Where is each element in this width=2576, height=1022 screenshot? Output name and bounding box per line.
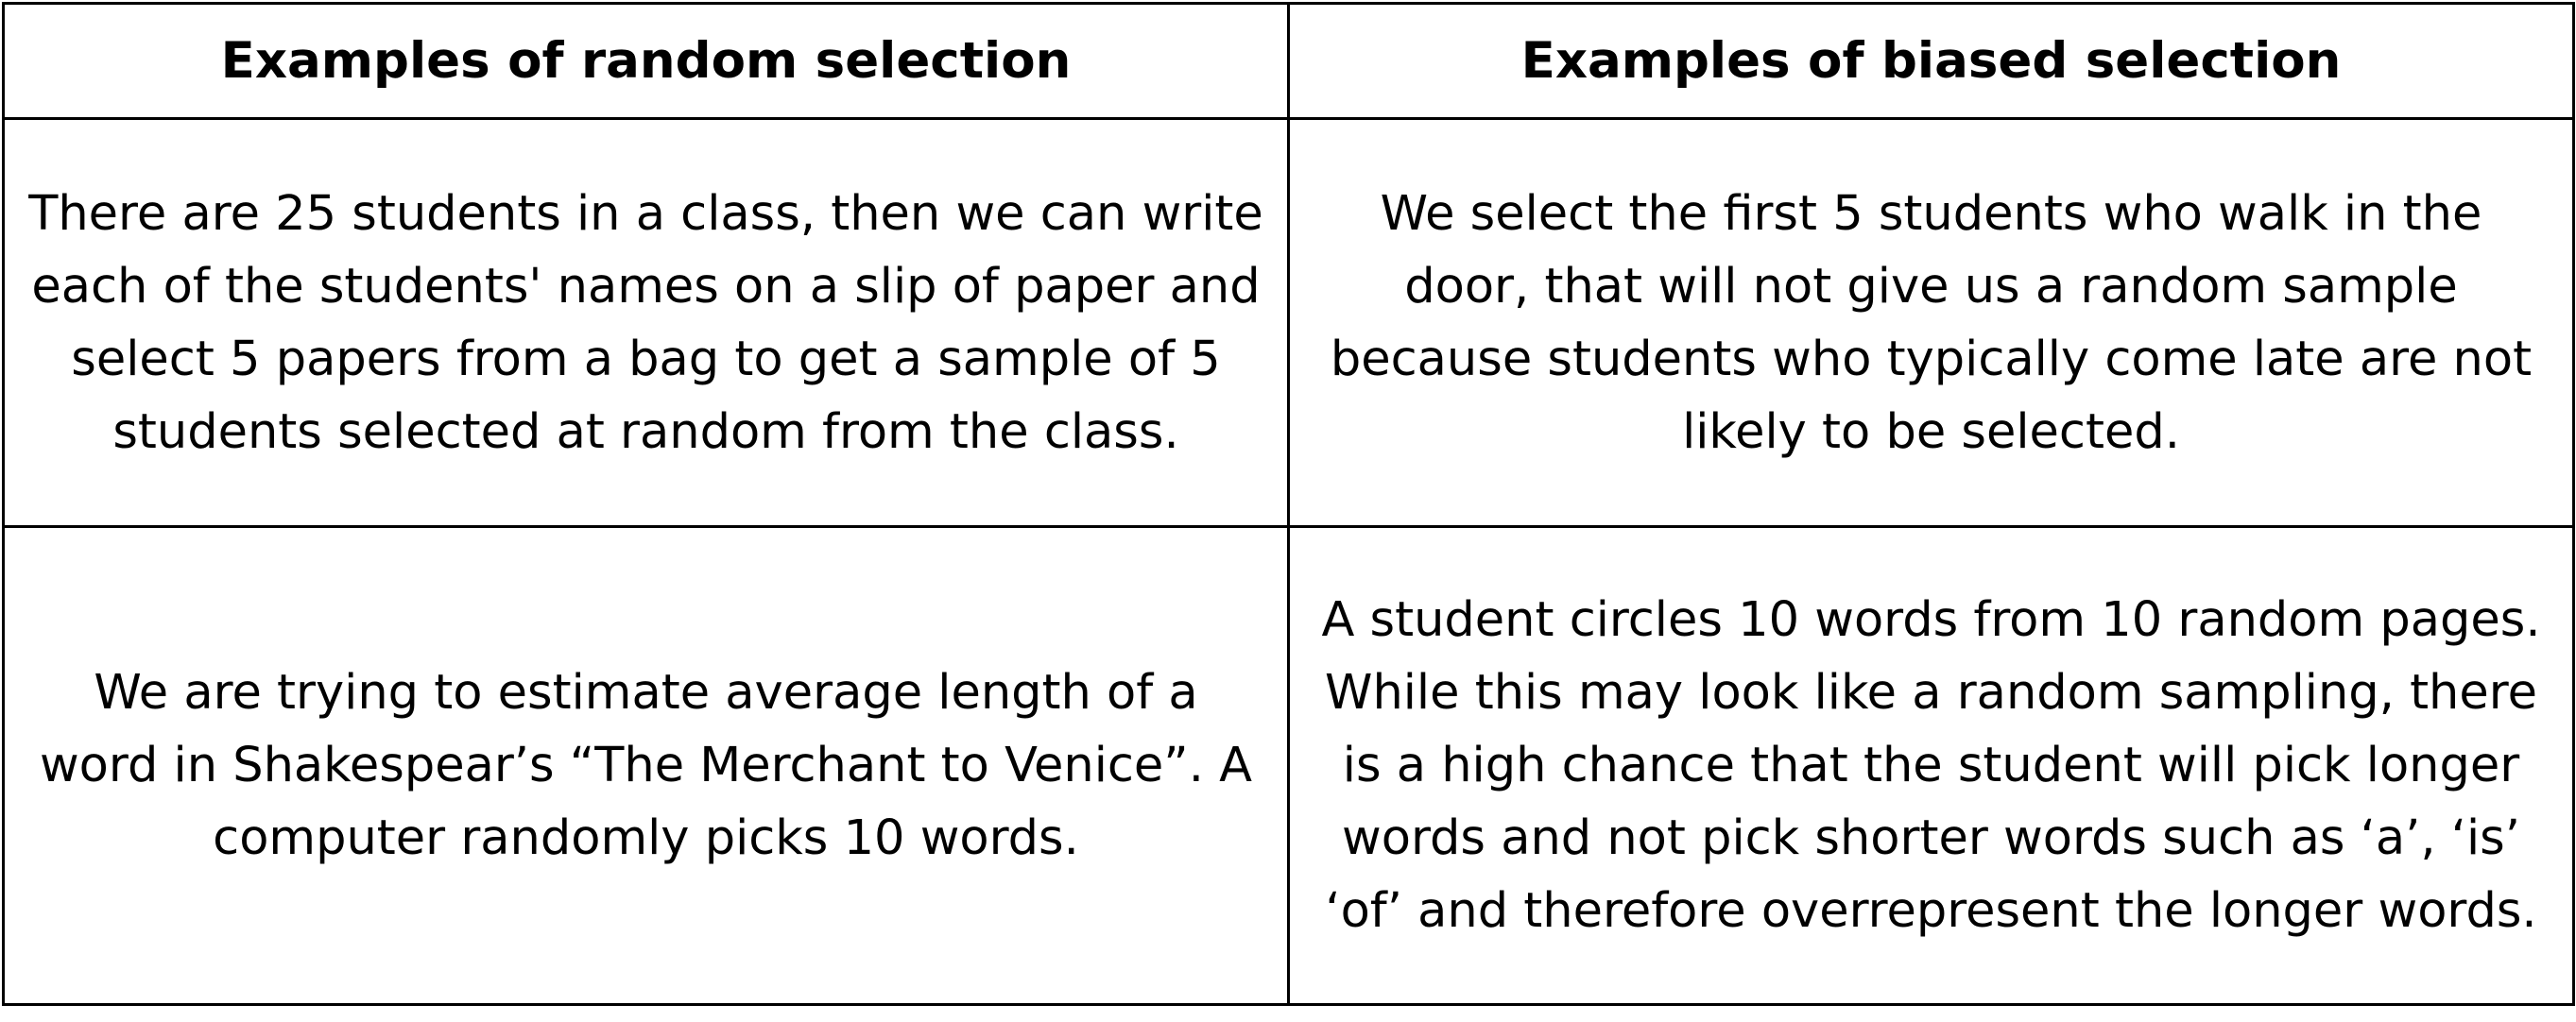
selection-examples-table: Examples of random selection Examples of…	[2, 2, 2575, 1006]
random-example-class-names: There are 25 students in a class, then w…	[2, 117, 1290, 528]
table-row: We are trying to estimate average length…	[2, 525, 2575, 1006]
biased-example-circled-words: A student circles 10 words from 10 rando…	[1287, 525, 2575, 1006]
header-biased-selection: Examples of biased selection	[1287, 2, 2575, 120]
biased-example-first-students: We select the first 5 students who walk …	[1287, 117, 2575, 528]
table-row: There are 25 students in a class, then w…	[2, 117, 2575, 528]
table-header-row: Examples of random selection Examples of…	[2, 2, 2575, 120]
header-random-selection: Examples of random selection	[2, 2, 1290, 120]
random-example-computer-words: We are trying to estimate average length…	[2, 525, 1290, 1006]
